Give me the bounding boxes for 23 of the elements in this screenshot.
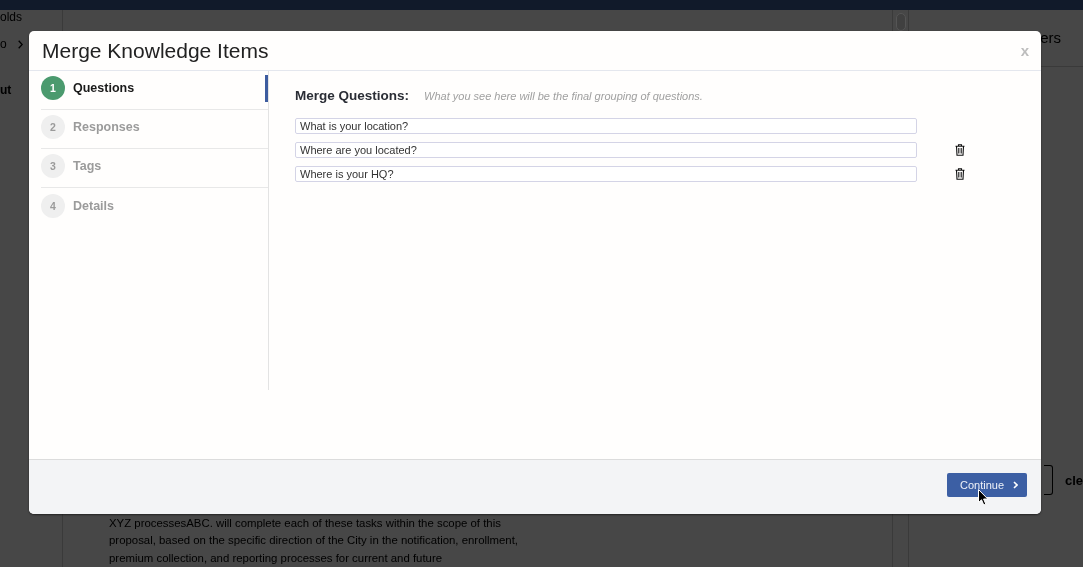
trash-icon[interactable] bbox=[955, 168, 965, 180]
step-tab[interactable]: 3 Tags bbox=[41, 149, 268, 188]
scrollbar-thumb[interactable] bbox=[895, 13, 906, 31]
section-title: Merge Questions: bbox=[295, 88, 410, 103]
sidebar-item[interactable]: ut bbox=[0, 83, 12, 97]
continue-button[interactable]: Continue bbox=[947, 473, 1027, 497]
panel-link[interactable]: cle bbox=[1064, 472, 1083, 488]
sidebar-item[interactable]: olds bbox=[0, 10, 22, 24]
step-tab[interactable]: 1 Questions bbox=[41, 71, 268, 110]
trash-icon[interactable] bbox=[955, 144, 965, 156]
question-field[interactable]: Where is your HQ? bbox=[295, 166, 917, 182]
question-field[interactable]: What is your location? bbox=[295, 118, 917, 134]
panel-title: ers bbox=[1040, 28, 1061, 48]
hint-text: What you see here will be the final grouping of questions. bbox=[424, 90, 703, 102]
cursor-icon bbox=[978, 489, 989, 506]
step-tab[interactable]: 4 Details bbox=[41, 188, 268, 227]
step-tab[interactable]: 2 Responses bbox=[41, 110, 268, 149]
close-button[interactable]: x bbox=[1020, 43, 1029, 58]
sidebar-item[interactable]: o bbox=[0, 37, 23, 51]
chevron-right-icon bbox=[1013, 481, 1018, 489]
question-field[interactable]: Where are you located? bbox=[295, 142, 917, 158]
dialog-title: Merge Knowledge Items bbox=[42, 38, 269, 63]
body-paragraph: XYZ processesABC. will complete each of these tasks within the scope of this proposal, based on the specific direction of the City in the notification, enrollment, premium collection, and reporting processes for current and future bbox=[109, 515, 520, 566]
